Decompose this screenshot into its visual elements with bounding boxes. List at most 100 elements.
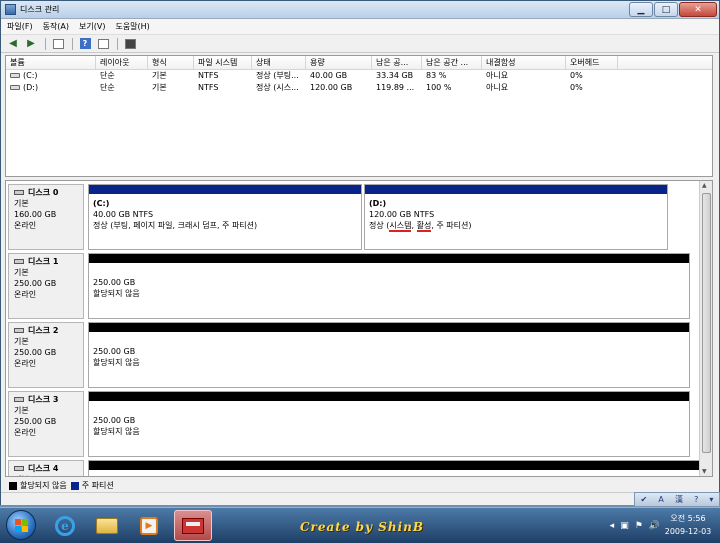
clock[interactable]: 오전 5:56 2009-12-03 — [662, 512, 714, 538]
volume-icon[interactable]: 🔊 — [649, 521, 660, 531]
menu-view[interactable]: 보기(V) — [79, 21, 105, 32]
partition-size: 40.00 GB NTFS — [93, 210, 154, 219]
column-overhead[interactable]: 오버헤드 — [566, 56, 618, 69]
media-player-icon: ▶ — [140, 516, 158, 535]
disk-state: 온라인 — [14, 428, 37, 437]
disk-info[interactable]: 디스크 4 기본 — [8, 460, 84, 476]
help-icon[interactable]: ? — [694, 495, 698, 504]
flag-icon[interactable]: ⚑ — [635, 521, 643, 531]
disk-size: 250.00 GB — [14, 348, 57, 357]
signature-watermark: Create by ShinB — [300, 520, 424, 534]
minimize-button[interactable]: ▁ — [629, 2, 653, 17]
volume-list: 볼륨 레이아웃 형식 파일 시스템 상태 용량 남은 공... 남은 공간 ..… — [5, 55, 713, 177]
toolbar-separator — [117, 37, 118, 50]
input-mode[interactable]: A — [658, 495, 663, 504]
properties-icon[interactable] — [95, 37, 111, 51]
language-bar-icon[interactable]: ✔ — [641, 495, 648, 504]
disk-info[interactable]: 디스크 2 기본 250.00 GB 온라인 — [8, 322, 84, 388]
unallocated-size: 250.00 GB — [93, 278, 136, 287]
table-row[interactable]: (C:) 단순 기본 NTFS 정상 (부팅... 40.00 GB 33.34… — [6, 70, 712, 82]
partition-d[interactable]: (D:) 120.00 GB NTFS 정상 (시스템, 활성, 주 파티션) — [364, 184, 668, 250]
volume-list-header: 볼륨 레이아웃 형식 파일 시스템 상태 용량 남은 공... 남은 공간 ..… — [6, 56, 712, 70]
unallocated-space[interactable] — [88, 460, 702, 476]
vertical-scrollbar[interactable]: ▲ ▼ — [699, 181, 712, 476]
help-icon[interactable]: ? — [77, 37, 93, 51]
menu-action[interactable]: 동작(A) — [43, 21, 69, 32]
show-hidden-icons-icon[interactable]: ◂ — [610, 521, 615, 531]
status-bar — [1, 492, 719, 505]
cell-capacity: 40.00 GB — [310, 71, 348, 80]
cell-layout: 단순 — [100, 83, 115, 92]
disk-name: 디스크 1 — [28, 257, 59, 266]
disk-info[interactable]: 디스크 1 기본 250.00 GB 온라인 — [8, 253, 84, 319]
partition-c[interactable]: (C:) 40.00 GB NTFS 정상 (부팅, 페이지 파일, 크래시 덤… — [88, 184, 362, 250]
cell-type: 기본 — [152, 71, 167, 80]
windows-logo-icon — [14, 518, 28, 532]
unallocated-space[interactable]: 250.00 GB 할당되지 않음 — [88, 322, 690, 388]
scroll-up-icon[interactable]: ▲ — [702, 182, 707, 189]
partition-size: 120.00 GB NTFS — [369, 210, 435, 219]
column-percent-free[interactable]: 남은 공간 ... — [422, 56, 482, 69]
primary-partition-swatch — [70, 481, 79, 490]
cell-volume: (D:) — [23, 83, 39, 92]
unallocated-space[interactable]: 250.00 GB 할당되지 않음 — [88, 253, 690, 319]
disk-info[interactable]: 디스크 0 기본 160.00 GB 온라인 — [8, 184, 84, 250]
options-icon[interactable]: ▾ — [709, 495, 713, 504]
cell-fs: NTFS — [198, 83, 219, 92]
hanja-button[interactable]: 漢 — [675, 494, 683, 505]
partition-status: 정상 (시스템, 활성, 주 파티션) — [369, 221, 472, 232]
disk-management-window: 디스크 관리 ▁ □ ✕ 파일(F) 동작(A) 보기(V) 도움말(H) ◀ … — [0, 0, 720, 505]
column-volume[interactable]: 볼륨 — [6, 56, 96, 69]
title-bar[interactable]: 디스크 관리 ▁ □ ✕ — [1, 1, 719, 19]
column-free-space[interactable]: 남은 공... — [372, 56, 422, 69]
cell-volume: (C:) — [23, 71, 38, 80]
disk-row: 디스크 4 기본 — [8, 460, 702, 476]
column-capacity[interactable]: 용량 — [306, 56, 372, 69]
cell-fault: 아니요 — [486, 71, 509, 80]
primary-partition-bar — [89, 185, 361, 194]
disk-type: 기본 — [14, 337, 29, 346]
taskbar-explorer[interactable] — [88, 510, 126, 541]
column-type[interactable]: 형식 — [148, 56, 194, 69]
column-fault-tolerance[interactable]: 내결함성 — [482, 56, 566, 69]
drive-icon — [10, 73, 20, 78]
maximize-button[interactable]: □ — [654, 2, 678, 17]
hard-disk-icon — [14, 397, 24, 402]
drive-icon — [10, 85, 20, 90]
disk-management-icon — [5, 4, 16, 15]
show-hide-tree-icon[interactable] — [50, 37, 66, 51]
cell-free-pct: 83 % — [426, 71, 447, 80]
disk-row: 디스크 2 기본 250.00 GB 온라인 250.00 GB 할당되지 않음 — [8, 322, 690, 388]
disk-row: 디스크 0 기본 160.00 GB 온라인 (C:) 40.00 GB NTF… — [8, 184, 688, 250]
menu-help[interactable]: 도움말(H) — [115, 21, 149, 32]
unallocated-bar — [89, 323, 689, 332]
disk-info[interactable]: 디스크 3 기본 250.00 GB 온라인 — [8, 391, 84, 457]
language-bar[interactable]: ✔ A 漢 ? ▾ — [634, 492, 720, 507]
settings-icon[interactable] — [122, 37, 138, 51]
back-arrow-icon[interactable]: ◀ — [5, 37, 21, 51]
window-title: 디스크 관리 — [20, 5, 60, 14]
unallocated-swatch — [9, 481, 17, 490]
taskbar-disk-management[interactable] — [174, 510, 212, 541]
unallocated-bar — [89, 254, 689, 263]
column-file-system[interactable]: 파일 시스템 — [194, 56, 252, 69]
unallocated-space[interactable]: 250.00 GB 할당되지 않음 — [88, 391, 690, 457]
column-layout[interactable]: 레이아웃 — [96, 56, 148, 69]
menu-file[interactable]: 파일(F) — [7, 21, 33, 32]
toolbar: ◀ ▶ ? — [1, 35, 719, 53]
scrollbar-thumb[interactable] — [702, 193, 711, 453]
start-button[interactable] — [6, 510, 36, 540]
table-row[interactable]: (D:) 단순 기본 NTFS 정상 (시스... 120.00 GB 119.… — [6, 82, 712, 94]
column-status[interactable]: 상태 — [252, 56, 306, 69]
network-icon[interactable]: ▣ — [620, 521, 629, 531]
unallocated-label: 할당되지 않음 — [93, 358, 140, 367]
disk-size: 250.00 GB — [14, 417, 57, 426]
taskbar-media-player[interactable]: ▶ — [130, 510, 168, 541]
unallocated-bar — [89, 461, 701, 470]
forward-arrow-icon[interactable]: ▶ — [23, 37, 39, 51]
disk-name: 디스크 0 — [28, 188, 59, 197]
scroll-down-icon[interactable]: ▼ — [702, 468, 707, 475]
disk-row: 디스크 1 기본 250.00 GB 온라인 250.00 GB 할당되지 않음 — [8, 253, 690, 319]
close-button[interactable]: ✕ — [679, 2, 717, 17]
taskbar-internet-explorer[interactable]: e — [46, 510, 84, 541]
